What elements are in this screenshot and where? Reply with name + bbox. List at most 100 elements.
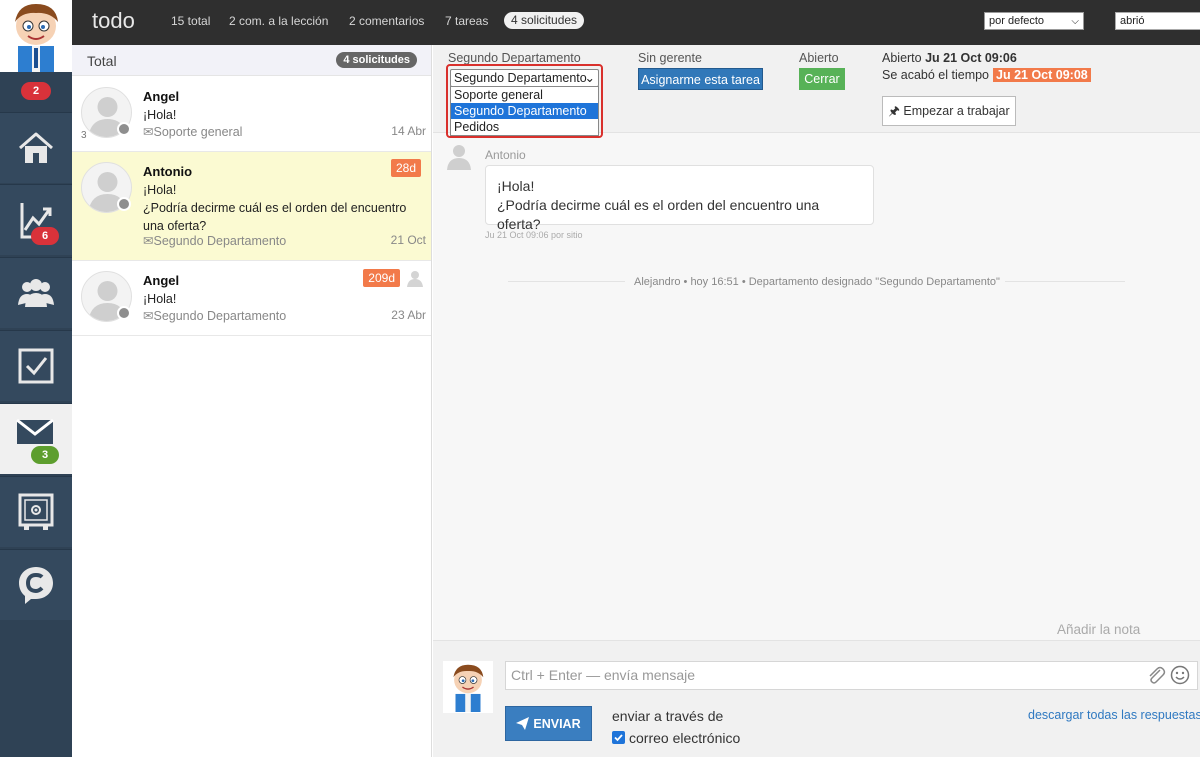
left-sidebar: 2 6 3: [0, 0, 72, 757]
department-label: ✉Segundo Departamento: [143, 233, 286, 248]
agent-avatar: [443, 661, 493, 713]
expired-date-badge: Ju 21 Oct 09:08: [993, 68, 1091, 82]
email-checkbox[interactable]: [612, 731, 625, 744]
envelope-icon: ✉: [143, 309, 154, 323]
envelope-icon: ✉: [143, 234, 154, 248]
list-count-badge: 4 solicitudes: [336, 52, 417, 68]
filter-requests-tab[interactable]: 4 solicitudes: [504, 12, 585, 29]
message-preview: ¡Hola!: [143, 290, 423, 308]
chevron-down-icon: ⌵: [1071, 16, 1079, 27]
message-preview-line: ¿Podría decirme cuál es el orden del enc…: [143, 201, 407, 233]
message-input[interactable]: Ctrl + Enter — envía mensaje: [505, 661, 1198, 690]
opened-date: Ju 21 Oct 09:06: [925, 51, 1017, 65]
stats-badge: 6: [31, 227, 59, 245]
message-count: 3: [81, 130, 87, 141]
download-responses-link[interactable]: descargar todas las respuestas: [1028, 708, 1200, 722]
safe-icon: [18, 493, 54, 530]
department-label: ✉Segundo Departamento: [143, 308, 286, 323]
users-icon: [18, 279, 54, 307]
emoji-icon[interactable]: [1170, 665, 1190, 685]
department-name: Segundo Departamento: [153, 309, 287, 323]
state-label: Abierto: [799, 51, 839, 65]
message-line: ¡Hola!: [497, 178, 535, 194]
send-button[interactable]: ENVIAR: [505, 706, 592, 741]
envelope-icon: ✉: [143, 125, 154, 139]
list-item[interactable]: 209d Angel ¡Hola! ✉Segundo Departamento …: [72, 261, 431, 336]
message-composer: Ctrl + Enter — envía mensaje ENVIAR envi…: [433, 640, 1200, 757]
sidebar-item-tasks[interactable]: [0, 330, 72, 401]
system-message: Alejandro • hoy 16:51 • Departamento des…: [634, 276, 1000, 288]
paper-plane-icon: [516, 717, 530, 730]
opened-prefix: Abierto: [882, 51, 922, 65]
department-label: ✉Soporte general: [143, 124, 242, 139]
list-header-title: Total: [87, 53, 117, 69]
send-via-label: enviar a través de: [612, 708, 724, 724]
close-ticket-button[interactable]: Cerrar: [799, 68, 845, 90]
department-name: Segundo Departamento: [153, 234, 287, 248]
expired-prefix: Se acabó el tiempo: [882, 68, 990, 82]
chat-logo-icon: [19, 567, 53, 604]
home-icon: [19, 132, 53, 163]
start-working-button[interactable]: 🖈 Empezar a trabajar: [882, 96, 1016, 126]
user-icon: [407, 271, 423, 287]
filter-total[interactable]: 15 total: [171, 14, 210, 28]
manager-label: Sin gerente: [638, 51, 702, 65]
age-badge: 28d: [390, 159, 421, 177]
message-preview-line: ¡Hola!: [143, 183, 177, 197]
message-preview-line: ¡Hola!: [143, 292, 177, 306]
message-bubble: ¡Hola! ¿Podría decirme cuál es el orden …: [485, 165, 874, 232]
department-header-label: Segundo Departamento: [448, 51, 581, 65]
ticket-header: Segundo Departamento Segundo Departament…: [433, 45, 1200, 138]
contact-name: Antonio: [143, 164, 193, 179]
list-item[interactable]: 3 Angel ¡Hola! ✉Soporte general 14 Abr: [72, 77, 431, 152]
conversation-date: 21 Oct: [390, 233, 426, 247]
list-item-selected[interactable]: 28d Antonio ¡Hola! ¿Podría decirme cuál …: [72, 152, 431, 261]
sidebar-item-stats[interactable]: 6: [0, 184, 72, 255]
divider: [508, 281, 625, 282]
status-filter-input[interactable]: abrió: [1115, 12, 1200, 30]
paperclip-icon[interactable]: [1146, 665, 1166, 685]
sidebar-item-clients[interactable]: [0, 257, 72, 328]
filter-tasks[interactable]: 7 tareas: [445, 14, 488, 28]
sort-select-value: por defecto: [989, 15, 1045, 27]
mail-icon: [16, 419, 54, 444]
department-name: Soporte general: [153, 125, 243, 139]
sort-select[interactable]: por defecto ⌵: [984, 12, 1084, 30]
sidebar-item-home[interactable]: [0, 112, 72, 183]
notification-badge[interactable]: 2: [21, 82, 51, 100]
message-author: Antonio: [485, 148, 526, 162]
highlight-box: [446, 64, 603, 138]
expired-info: Se acabó el tiempo Ju 21 Oct 09:08: [882, 68, 1091, 82]
sidebar-item-mail[interactable]: 3: [0, 403, 72, 474]
filter-lesson-comments[interactable]: 2 com. a la lección: [229, 14, 328, 28]
status-dot: [117, 122, 131, 136]
page-title: todo: [92, 8, 135, 33]
send-button-label: ENVIAR: [533, 716, 581, 731]
sidebar-item-safe[interactable]: [0, 476, 72, 547]
user-avatar[interactable]: [0, 0, 72, 72]
message-timestamp: Ju 21 Oct 09:06 por sitio: [485, 230, 583, 240]
checkbox-icon: [18, 348, 54, 384]
top-bar: todo 15 total 2 com. a la lección 2 come…: [72, 0, 1200, 45]
filter-comments[interactable]: 2 comentarios: [349, 14, 424, 28]
status-dot: [117, 306, 131, 320]
conversation-date: 23 Abr: [391, 308, 426, 322]
sidebar-item-chat[interactable]: [0, 549, 72, 620]
divider: [1005, 281, 1125, 282]
message-line: ¿Podría decirme cuál es el orden del enc…: [497, 197, 820, 232]
contact-name: Angel: [143, 89, 180, 104]
start-working-label: Empezar a trabajar: [903, 104, 1010, 118]
add-note-link[interactable]: Añadir la nota: [1057, 622, 1140, 637]
message-preview: ¡Hola!: [143, 106, 423, 124]
contact-name: Angel: [143, 273, 180, 288]
opened-info: Abierto Ju 21 Oct 09:06: [882, 51, 1017, 65]
conversation-date: 14 Abr: [391, 124, 426, 138]
message-preview: ¡Hola! ¿Podría decirme cuál es el orden …: [143, 181, 423, 235]
author-avatar: [447, 145, 471, 170]
assign-to-me-button[interactable]: Asignarme esta tarea: [638, 68, 763, 90]
mail-badge: 3: [31, 446, 59, 464]
pin-icon: 🖈: [888, 104, 900, 118]
conversation-list: Total 4 solicitudes 3 Angel ¡Hola! ✉Sopo…: [72, 45, 432, 757]
list-header: Total 4 solicitudes: [72, 45, 431, 76]
conversation-panel: Segundo Departamento Segundo Departament…: [433, 45, 1200, 757]
